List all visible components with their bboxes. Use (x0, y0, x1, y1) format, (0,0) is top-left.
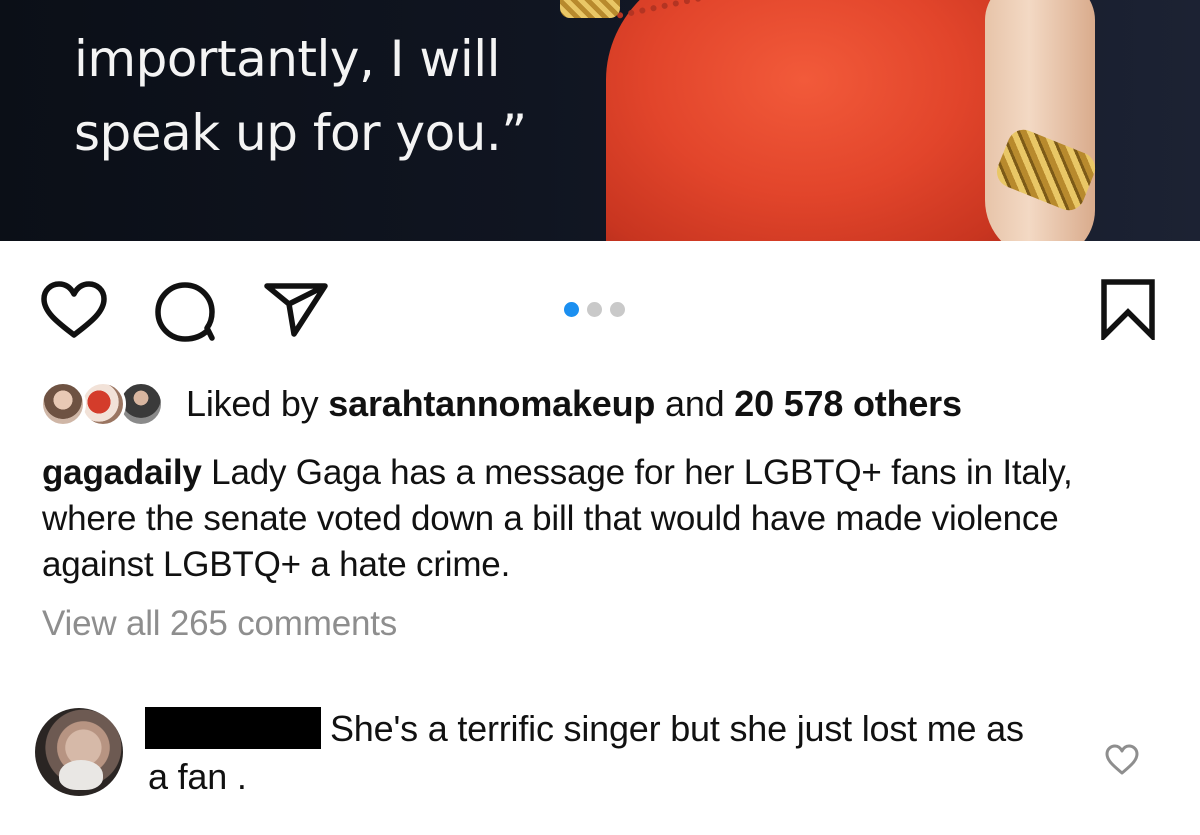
paper-plane-icon (264, 283, 328, 337)
share-button[interactable] (264, 282, 328, 338)
carousel-dot (610, 302, 625, 317)
likes-summary: Liked by sarahtannomakeup and 20 578 oth… (186, 383, 962, 425)
like-button[interactable] (40, 281, 108, 339)
image-bracelet-top (560, 0, 620, 18)
comment-bubble-icon (155, 282, 215, 342)
view-all-comments-link[interactable]: View all 265 comments (42, 604, 397, 644)
liker-avatars (40, 379, 168, 429)
image-quote-line-2: speak up for you.” (74, 104, 527, 162)
save-button[interactable] (1100, 278, 1156, 340)
liker-username-link[interactable]: sarahtannomakeup (328, 383, 655, 424)
likes-count-link[interactable]: 20 578 others (734, 383, 962, 424)
heart-outline-icon (41, 281, 107, 338)
likes-middle: and (655, 383, 735, 424)
action-bar (0, 241, 1200, 376)
comment-like-button[interactable] (1104, 744, 1140, 776)
image-quote: importantly, I will speak up for you.” (74, 22, 527, 170)
post-caption: gagadaily Lady Gaga has a message for he… (42, 450, 1162, 588)
carousel-dot (587, 302, 602, 317)
carousel-indicator (564, 302, 625, 317)
avatar (80, 381, 126, 427)
comment-button[interactable] (154, 282, 218, 342)
commenter-avatar[interactable] (35, 708, 123, 796)
redacted-username (145, 707, 321, 749)
post-image[interactable]: importantly, I will speak up for you.” (0, 0, 1200, 241)
heart-outline-icon (1105, 744, 1139, 775)
bookmark-outline-icon (1101, 279, 1155, 340)
likes-prefix: Liked by (186, 383, 329, 424)
carousel-dot-active (564, 302, 579, 317)
image-quote-line-1: importantly, I will (74, 30, 500, 88)
caption-username-link[interactable]: gagadaily (42, 453, 202, 492)
likes-row[interactable]: Liked by sarahtannomakeup and 20 578 oth… (40, 377, 962, 431)
avatar (40, 381, 86, 427)
